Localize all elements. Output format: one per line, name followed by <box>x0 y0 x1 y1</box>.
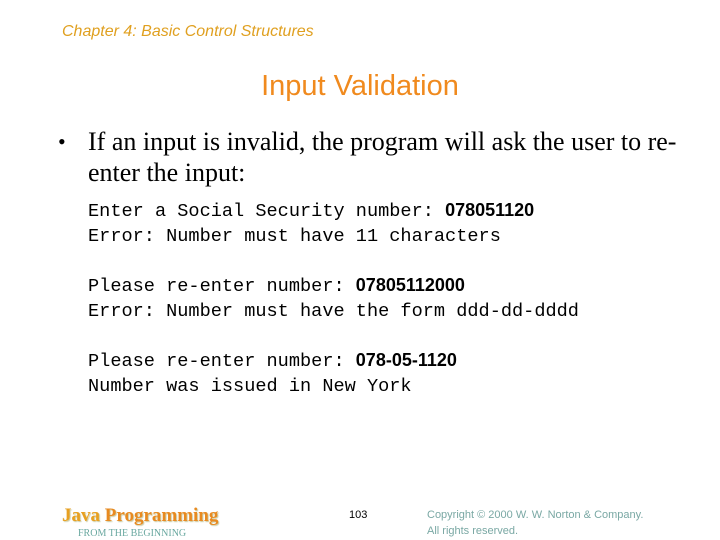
console-user-input: 078051120 <box>445 200 535 220</box>
copyright-line-2: All rights reserved. <box>427 525 519 537</box>
book-subtitle: FROM THE BEGINNING <box>78 528 187 539</box>
console-prompt: Enter a Social Security number: <box>88 201 446 222</box>
slide-title: Input Validation <box>261 70 459 102</box>
console-user-input: 07805112000 <box>355 275 465 295</box>
slide: Chapter 4: Basic Control Structures Inpu… <box>0 0 720 540</box>
console-prompt-line: Please re-enter number: 078-05-1120 <box>88 348 457 374</box>
console-prompt-line: Enter a Social Security number: 07805112… <box>88 198 534 224</box>
book-title-programming: Programming <box>100 505 219 526</box>
console-response: Error: Number must have 11 characters <box>88 226 501 247</box>
console-response: Number was issued in New York <box>88 376 412 397</box>
console-prompt: Please re-enter number: <box>88 276 356 297</box>
console-response: Error: Number must have the form ddd-dd-… <box>88 301 579 322</box>
console-prompt-line: Please re-enter number: 07805112000 <box>88 273 579 299</box>
copyright-line-1: Copyright © 2000 W. W. Norton & Company. <box>427 509 644 521</box>
book-title-java: Java <box>62 505 100 526</box>
page-number: 103 <box>349 509 368 521</box>
book-title-logo: Java Programming <box>62 505 218 527</box>
console-block-2: Please re-enter number: 07805112000 Error… <box>88 273 579 324</box>
copyright-notice: Copyright © 2000 W. W. Norton & Company.… <box>427 507 643 539</box>
console-block-3: Please re-enter number: 078-05-1120 Numbe… <box>88 348 457 399</box>
console-user-input: 078-05-1120 <box>355 350 457 370</box>
chapter-heading: Chapter 4: Basic Control Structures <box>62 23 314 40</box>
bullet-point: • If an input is invalid, the program wi… <box>58 126 688 188</box>
console-block-1: Enter a Social Security number: 07805112… <box>88 198 534 249</box>
bullet-icon: • <box>58 129 66 154</box>
bullet-text: If an input is invalid, the program will… <box>88 127 677 187</box>
console-prompt: Please re-enter number: <box>88 351 356 372</box>
